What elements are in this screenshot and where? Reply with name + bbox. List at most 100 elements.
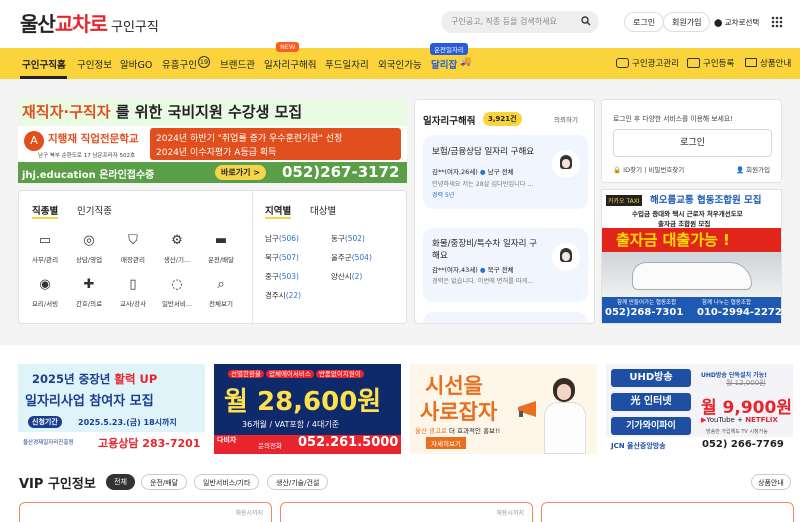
request-link[interactable]: 의뢰하기 [554, 114, 578, 124]
wanted-item[interactable]: 화물/중장비/특수차 일자리 구해요 감**(여자,43세) ● 북구 전체 경… [423, 228, 588, 302]
ad3-sub: 울산 광고로 더 효과적인 홍보!! [415, 427, 501, 435]
wanted-item-title: 보험/금융상담 일자리 구해요 [432, 147, 535, 157]
region-item[interactable]: 중구(503) [265, 271, 299, 282]
ad2-price: 월 28,600원 [224, 387, 382, 417]
ad4-wifi: 기가와이파이 [611, 417, 691, 435]
tab-target[interactable]: 대상별 [310, 203, 336, 217]
ad2-tag: 문의전화 [258, 442, 282, 450]
vip-tab-driving[interactable]: 운전/배달 [141, 474, 188, 490]
top-header: 울산교차로 구인구직 구인공고, 직종 등을 검색하세요 로그인 회원가입 ⬤ 교… [0, 0, 800, 48]
taxi-phone1: 052)268-7301 [605, 307, 684, 318]
ad2-tel: 052.261.5000 [298, 435, 399, 450]
truck-icon: 🚚 [460, 57, 472, 67]
region-item[interactable]: 양산시(2) [331, 271, 362, 282]
job-category-item[interactable]: 일반서비... [159, 298, 195, 308]
vip-tab-production[interactable]: 생산/기술/건설 [267, 474, 329, 490]
broadband-ad[interactable]: UHD방송 光 인터넷 기가와이파이 UHD방송 단독설치 가능! 월 12,0… [606, 364, 793, 454]
rental-ad[interactable]: 선별한환율 업체에이서비스 반품없이지원이 월 28,600원 36개월 / V… [214, 364, 401, 454]
ad4-old-price: 월 12,000원 [726, 379, 766, 387]
job-category-item[interactable]: 매장관리 [115, 254, 151, 264]
region-item[interactable]: 경주시(22) [265, 290, 301, 301]
tab-popular-job[interactable]: 인기직종 [77, 203, 112, 217]
nav-active-underline [20, 76, 67, 79]
nav-product-info[interactable]: 상품안내 [760, 57, 791, 69]
login-message: 로그인 후 다양한 서비스를 이용해 보세요! [613, 115, 733, 123]
region-item[interactable]: 북구(507) [265, 252, 299, 263]
nav-entertainment[interactable]: 유흥구인 [162, 57, 197, 71]
nav-ad-manage[interactable]: 구인광고관리 [632, 57, 679, 69]
category-panel: 직종별 인기직종 지역별 대상별 ▭ 사무/관리 ◎ 상담/영업 ⛉ 매장관리 ⚙ 생산/기.… [18, 190, 407, 325]
join-link[interactable]: 👤 회원가입 [736, 164, 770, 174]
tab-region[interactable]: 지역별 [265, 203, 292, 219]
nav-dalijob[interactable]: 달리잡 [431, 57, 457, 71]
vip-tab-all[interactable]: 전체 [106, 474, 135, 490]
attention-ad[interactable]: 시선을 사로잡자 울산 광고로 더 효과적인 홍보!! 자세히보기 [410, 364, 597, 454]
vip-card[interactable] [541, 502, 794, 522]
taxi-line2: 출자금 조합원 모집 [658, 220, 711, 228]
wanted-item-desc: 안녕하세요 저는 28살 김다빈입니다 ... [432, 181, 534, 188]
job-category-item[interactable]: 교사/강사 [115, 298, 151, 308]
wanted-item-career: 경력 5년 [432, 192, 455, 199]
apps-grid-icon[interactable] [771, 16, 783, 28]
main-nav: 구인구직홈 구인정보 알바GO 유흥구인 19 브랜드관 일자리구해줘 NEW … [0, 42, 800, 79]
vip-title: VIP 구인정보 [19, 477, 96, 492]
banner-phone: 052)267-3172 [282, 163, 400, 181]
find-me-job-panel: 일자리구해줘 3,921건 의뢰하기 보험/금융상담 일자리 구해요 김**(여… [414, 99, 595, 324]
vip-card[interactable]: 채용시까지 [19, 502, 272, 522]
training-banner[interactable]: 재직자·구직자 를 위한 국비지원 수강생 모집 A 지행재 직업전문학교 남구… [18, 99, 407, 183]
region-item[interactable]: 동구(502) [331, 233, 365, 244]
nav-brand[interactable]: 브랜드관 [220, 57, 255, 71]
taxi-ad[interactable]: 카카오 TAXI 해오름교통 협동조합원 모집 수입금 증대와 택시 근로자 처… [601, 189, 782, 324]
vip-product-info[interactable]: 상품안내 [751, 474, 791, 490]
job-program-ad[interactable]: 2025년 중장년 활력 UP 일자리사업 참여자 모집 신청기간 2025.5… [18, 364, 205, 454]
ad2-chips: 선별한환율 업체에이서비스 반품없이지원이 [228, 368, 364, 378]
signup-button[interactable]: 회원가입 [663, 12, 711, 32]
vip-card[interactable]: 채용시까지 [280, 502, 533, 522]
wanted-item[interactable]: 보험/금융상담 일자리 구해요 김**(여자,26세) ● 남구 전체 안녕하세… [423, 135, 588, 209]
location-select[interactable]: ⬤ 교차로선택 [714, 17, 759, 28]
job-category-item[interactable]: 간호/의료 [71, 298, 107, 308]
ad-manage-icon [616, 58, 629, 68]
ad4-r3: 방송만 가입해도 TV 시청가능 [706, 429, 768, 435]
taxi-big-text: 출자금 대출가능 ! [616, 231, 730, 249]
wanted-item-meta: 감**(여자,43세) ● 북구 전체 [432, 266, 514, 274]
tab-job-type[interactable]: 직종별 [32, 203, 59, 219]
briefcase-icon: ▭ [38, 233, 52, 248]
vip-tab-service[interactable]: 일반서비스/기타 [194, 474, 260, 490]
nav-food[interactable]: 푸드일자리 [325, 57, 369, 71]
driving-job-badge: 운전일자리 [430, 43, 468, 55]
ad2-brand: 다비자 [217, 436, 237, 444]
wanted-item[interactable] [423, 312, 588, 323]
monitor-icon [745, 58, 757, 67]
banner-go-button[interactable]: 바로가기 > [215, 165, 266, 180]
id-find-link[interactable]: ID찾기 [623, 166, 642, 174]
nav-register[interactable]: 구인등록 [703, 57, 734, 69]
site-logo[interactable]: 울산교차로 구인구직 [20, 8, 159, 37]
job-category-item[interactable]: 사무/관리 [27, 254, 63, 264]
user-icon: 👤 [736, 166, 745, 174]
login-panel: 로그인 후 다양한 서비스를 이용해 보세요! 로그인 🔒 ID찾기 | 비밀번… [601, 99, 782, 183]
login-panel-button[interactable]: 로그인 [613, 129, 772, 157]
job-category-item[interactable]: 생산/기... [159, 254, 195, 264]
ad4-tel: 052) 266-7769 [702, 439, 784, 450]
search-input[interactable]: 구인공고, 직종 등을 검색하세요 [441, 11, 599, 33]
nav-foreigner[interactable]: 외국인가능 [378, 57, 422, 71]
job-category-item[interactable]: 요리/서빙 [27, 298, 63, 308]
nav-home[interactable]: 구인구직홈 [22, 57, 66, 71]
region-item[interactable]: 남구(506) [265, 233, 299, 244]
avatar [552, 243, 580, 271]
ad3-button[interactable]: 자세히보기 [426, 437, 466, 449]
region-item[interactable]: 울주군(504) [331, 252, 372, 263]
banner-line2: 2024년 이수자평가 A등급 획득 [156, 148, 277, 158]
job-category-item[interactable]: 운전/배달 [203, 254, 239, 264]
pw-find-link[interactable]: 비밀번호찾기 [648, 166, 684, 174]
search-icon[interactable] [581, 16, 591, 26]
job-category-item[interactable]: 상담/영업 [71, 254, 107, 264]
megaphone-icon [518, 401, 536, 417]
ad1-period: 신청기간 [28, 416, 62, 428]
nav-albago[interactable]: 알바GO [120, 57, 152, 71]
job-category-item[interactable]: 전체보기 [203, 298, 239, 308]
nav-find-me-job[interactable]: 일자리구해줘 [264, 57, 316, 71]
login-button[interactable]: 로그인 [624, 12, 665, 32]
nav-jobs[interactable]: 구인정보 [77, 57, 112, 71]
